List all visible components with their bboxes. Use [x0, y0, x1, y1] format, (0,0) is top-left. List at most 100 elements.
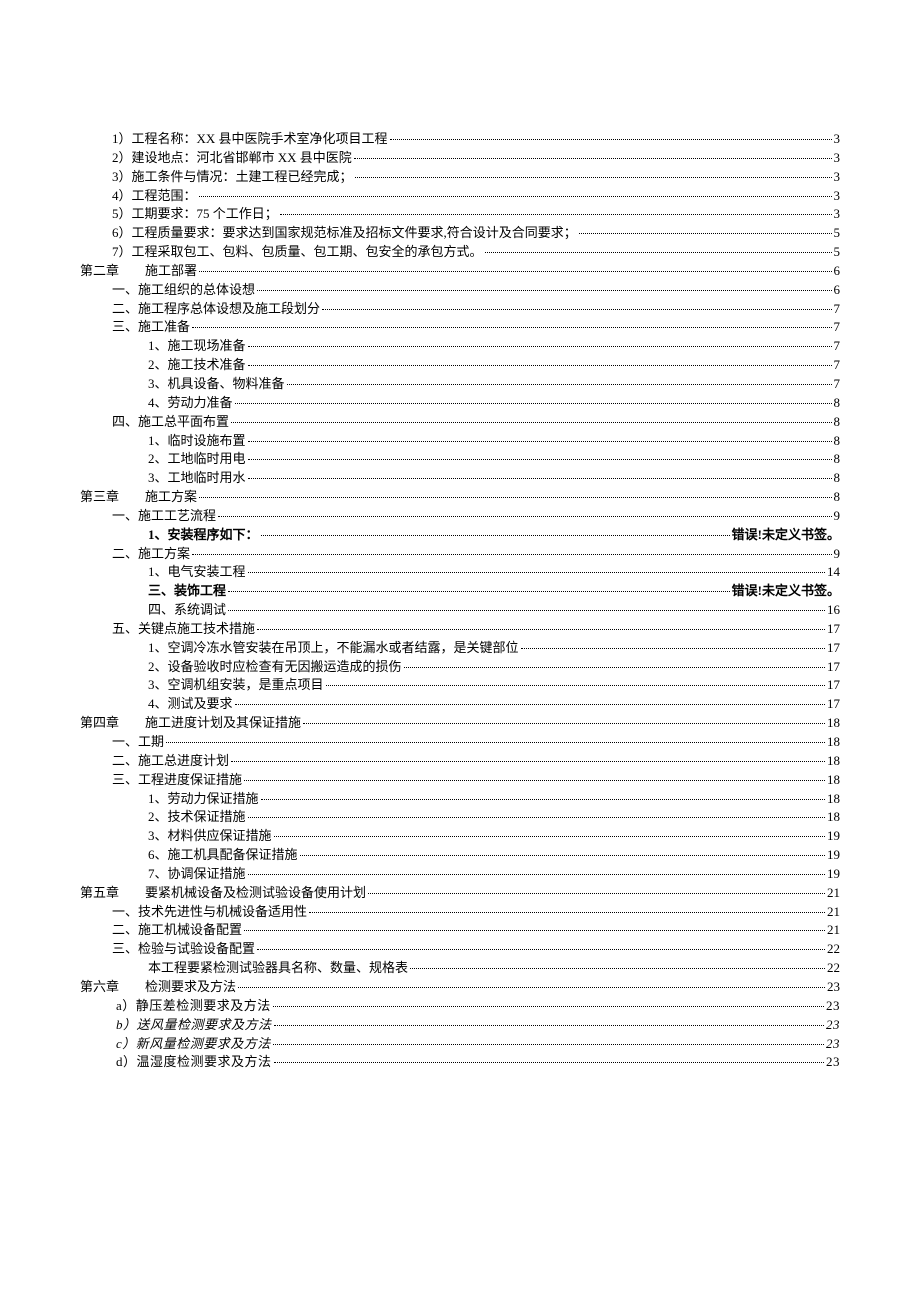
- toc-entry-title: 2、技术保证措施: [148, 808, 246, 827]
- toc-entry[interactable]: 2、施工技术准备7: [80, 356, 840, 375]
- toc-entry-title: 6）工程质量要求：要求达到国家规范标准及招标文件要求,符合设计及合同要求；: [112, 224, 577, 243]
- toc-entry-title: 1、施工现场准备: [148, 337, 246, 356]
- toc-entry[interactable]: 3、空调机组安装，是重点项目17: [80, 676, 840, 695]
- toc-leader-dots: [218, 505, 831, 516]
- toc-entry[interactable]: b）送风量检测要求及方法23: [80, 1016, 840, 1035]
- toc-leader-dots: [261, 524, 730, 535]
- toc-entry-page: 17: [827, 676, 840, 695]
- toc-leader-dots: [274, 826, 825, 837]
- toc-entry[interactable]: 二、施工机械设备配置21: [80, 921, 840, 940]
- toc-entry[interactable]: 本工程要紧检测试验器具名称、数量、规格表22: [80, 959, 840, 978]
- toc-entry-page: 3: [834, 168, 841, 187]
- toc-leader-dots: [166, 732, 825, 743]
- toc-entry[interactable]: 6、施工机具配备保证措施19: [80, 846, 840, 865]
- toc-entry[interactable]: 3）施工条件与情况：土建工程已经完成； 3: [80, 168, 840, 187]
- toc-entry-page: 18: [827, 714, 840, 733]
- toc-entry[interactable]: 1、空调冷冻水管安装在吊顶上，不能漏水或者结露，是关键部位17: [80, 639, 840, 658]
- toc-entry-title: 1、电气安装工程: [148, 563, 246, 582]
- toc-entry[interactable]: 2）建设地点：河北省邯郸市 XX 县中医院3: [80, 149, 840, 168]
- toc-entry[interactable]: 2、设备验收时应检查有无因搬运造成的损伤17: [80, 658, 840, 677]
- toc-entry-page: 5: [834, 224, 841, 243]
- toc-entry[interactable]: 4、劳动力准备8: [80, 394, 840, 413]
- toc-entry-page: 17: [827, 695, 840, 714]
- toc-leader-dots: [354, 147, 832, 158]
- toc-leader-dots: [404, 656, 825, 667]
- toc-entry[interactable]: 4、测试及要求17: [80, 695, 840, 714]
- toc-entry-page: 19: [827, 827, 840, 846]
- toc-entry[interactable]: 第五章 要紧机械设备及检测试验设备使用计划21: [80, 884, 840, 903]
- toc-entry-page: 错误!未定义书签。: [732, 582, 840, 601]
- toc-entry[interactable]: 三、施工准备7: [80, 318, 840, 337]
- toc-entry[interactable]: 第四章 施工进度计划及其保证措施18: [80, 714, 840, 733]
- toc-entry-title: 2、工地临时用电: [148, 450, 246, 469]
- toc-entry[interactable]: 1、施工现场准备7: [80, 337, 840, 356]
- toc-entry[interactable]: 第六章 检测要求及方法23: [80, 978, 840, 997]
- toc-entry[interactable]: a）静压差检测要求及方法 23: [80, 997, 840, 1016]
- toc-leader-dots: [199, 185, 832, 196]
- toc-leader-dots: [257, 279, 831, 290]
- toc-leader-dots: [248, 562, 825, 573]
- toc-entry[interactable]: 3、材料供应保证措施19: [80, 827, 840, 846]
- toc-entry[interactable]: 二、施工程序总体设想及施工段划分7: [80, 300, 840, 319]
- toc-entry-page: 23: [826, 997, 840, 1016]
- toc-entry[interactable]: 6）工程质量要求：要求达到国家规范标准及招标文件要求,符合设计及合同要求； 5: [80, 224, 840, 243]
- toc-entry[interactable]: 一、技术先进性与机械设备适用性21: [80, 903, 840, 922]
- toc-entry-title: 第三章 施工方案: [80, 488, 197, 507]
- toc-entry[interactable]: 二、施工总进度计划18: [80, 752, 840, 771]
- toc-entry[interactable]: 二、施工方案9: [80, 545, 840, 564]
- table-of-contents: 1）工程名称：XX 县中医院手术室净化项目工程32）建设地点：河北省邯郸市 XX…: [80, 130, 840, 1072]
- toc-entry[interactable]: d）温湿度检测要求及方法23: [80, 1053, 840, 1072]
- toc-leader-dots: [280, 204, 832, 215]
- toc-entry-page: 9: [834, 507, 841, 526]
- toc-entry-page: 9: [834, 545, 841, 564]
- toc-entry[interactable]: 一、工期18: [80, 733, 840, 752]
- toc-entry[interactable]: 7、协调保证措施19: [80, 865, 840, 884]
- toc-entry-page: 18: [827, 733, 840, 752]
- toc-entry[interactable]: 一、施工工艺流程9: [80, 507, 840, 526]
- toc-entry[interactable]: 第二章 施工部署6: [80, 262, 840, 281]
- toc-entry-page: 21: [827, 921, 840, 940]
- toc-entry[interactable]: 5）工期要求：75 个工作日；3: [80, 205, 840, 224]
- toc-entry[interactable]: 3、机具设备、物料准备 7: [80, 375, 840, 394]
- toc-leader-dots: [248, 807, 825, 818]
- toc-entry[interactable]: 三、检验与试验设备配置22: [80, 940, 840, 959]
- toc-entry-page: 7: [834, 356, 841, 375]
- toc-entry[interactable]: 三、工程进度保证措施18: [80, 771, 840, 790]
- toc-entry[interactable]: 1）工程名称：XX 县中医院手术室净化项目工程3: [80, 130, 840, 149]
- toc-entry-page: 7: [834, 375, 841, 394]
- toc-leader-dots: [287, 374, 832, 385]
- toc-leader-dots: [238, 977, 825, 988]
- toc-entry-title: b）送风量检测要求及方法: [116, 1016, 272, 1035]
- toc-entry-title: 2）建设地点：河北省邯郸市 XX 县中医院: [112, 149, 352, 168]
- toc-entry[interactable]: 1、临时设施布置8: [80, 432, 840, 451]
- toc-entry[interactable]: 四、施工总平面布置8: [80, 413, 840, 432]
- toc-leader-dots: [410, 958, 825, 969]
- toc-entry-title: 三、工程进度保证措施: [112, 771, 242, 790]
- toc-entry[interactable]: 1、安装程序如下：错误!未定义书签。: [80, 526, 840, 545]
- toc-leader-dots: [228, 581, 730, 592]
- toc-entry[interactable]: 1、电气安装工程14: [80, 563, 840, 582]
- toc-entry-title: a）静压差检测要求及方法: [116, 997, 271, 1016]
- toc-entry[interactable]: 第三章 施工方案8: [80, 488, 840, 507]
- toc-entry-title: 四、施工总平面布置: [112, 413, 229, 432]
- toc-entry-title: 1、安装程序如下：: [148, 526, 259, 545]
- toc-entry[interactable]: c）新风量检测要求及方法23: [80, 1035, 840, 1054]
- toc-leader-dots: [248, 468, 832, 479]
- toc-leader-dots: [199, 261, 831, 272]
- toc-entry[interactable]: 2、技术保证措施 18: [80, 808, 840, 827]
- toc-entry[interactable]: 3、工地临时用水8: [80, 469, 840, 488]
- toc-entry-title: 1、劳动力保证措施: [148, 790, 259, 809]
- toc-entry[interactable]: 五、关键点施工技术措施17: [80, 620, 840, 639]
- toc-entry-title: 3、工地临时用水: [148, 469, 246, 488]
- toc-entry[interactable]: 2、工地临时用电8: [80, 450, 840, 469]
- toc-entry[interactable]: 7）工程采取包工、包料、包质量、包工期、包安全的承包方式。5: [80, 243, 840, 262]
- toc-entry[interactable]: 四、系统调试16: [80, 601, 840, 620]
- toc-entry[interactable]: 三、装饰工程错误!未定义书签。: [80, 582, 840, 601]
- toc-entry[interactable]: 一、施工组织的总体设想6: [80, 281, 840, 300]
- toc-entry[interactable]: 1、劳动力保证措施18: [80, 790, 840, 809]
- toc-entry-title: 3、机具设备、物料准备: [148, 375, 285, 394]
- toc-entry[interactable]: 4）工程范围：3: [80, 187, 840, 206]
- toc-entry-title: 7）工程采取包工、包料、包质量、包工期、包安全的承包方式。: [112, 243, 483, 262]
- toc-entry-title: 3）施工条件与情况：土建工程已经完成；: [112, 168, 353, 187]
- toc-entry-page: 18: [827, 808, 840, 827]
